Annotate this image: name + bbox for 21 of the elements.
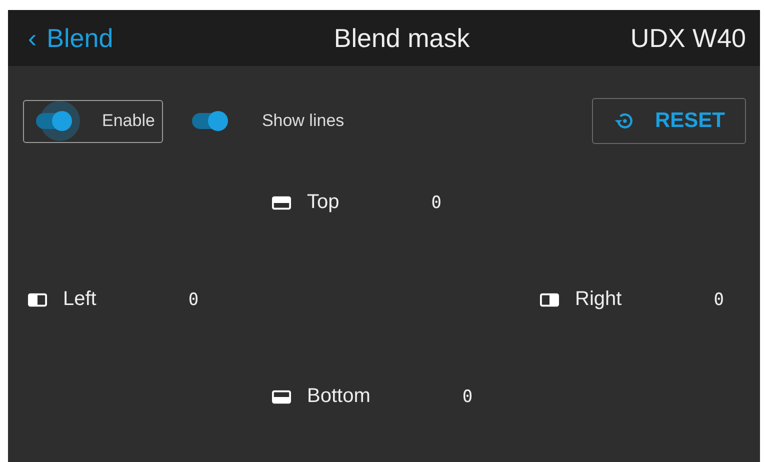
toggle-switch[interactable] bbox=[36, 101, 80, 141]
edge-icon bbox=[540, 292, 559, 306]
edge-icon bbox=[28, 292, 47, 306]
screen-title: Blend mask bbox=[334, 22, 470, 54]
device-name: UDX W40 bbox=[630, 22, 746, 54]
edge-value[interactable]: 0 bbox=[714, 290, 724, 310]
edge-icon bbox=[272, 196, 291, 210]
toggle-control[interactable]: Show lines bbox=[190, 100, 352, 142]
toggle-control[interactable]: Enable bbox=[23, 100, 163, 142]
edge-value[interactable]: 0 bbox=[462, 386, 473, 406]
edge-label: Top bbox=[307, 191, 340, 214]
edge-icon bbox=[272, 390, 291, 404]
toggle-label: Show lines bbox=[262, 111, 344, 131]
edge-value[interactable]: 0 bbox=[431, 192, 442, 212]
toggle-label: Enable bbox=[102, 111, 155, 131]
edge-value[interactable]: 0 bbox=[188, 290, 199, 310]
edge-label: Left bbox=[63, 288, 96, 311]
reset-button[interactable]: RESET bbox=[592, 98, 746, 144]
edge-label: Right bbox=[575, 288, 622, 311]
edge-label: Bottom bbox=[307, 385, 370, 408]
back-button[interactable]: ‹ Blend bbox=[28, 22, 114, 54]
